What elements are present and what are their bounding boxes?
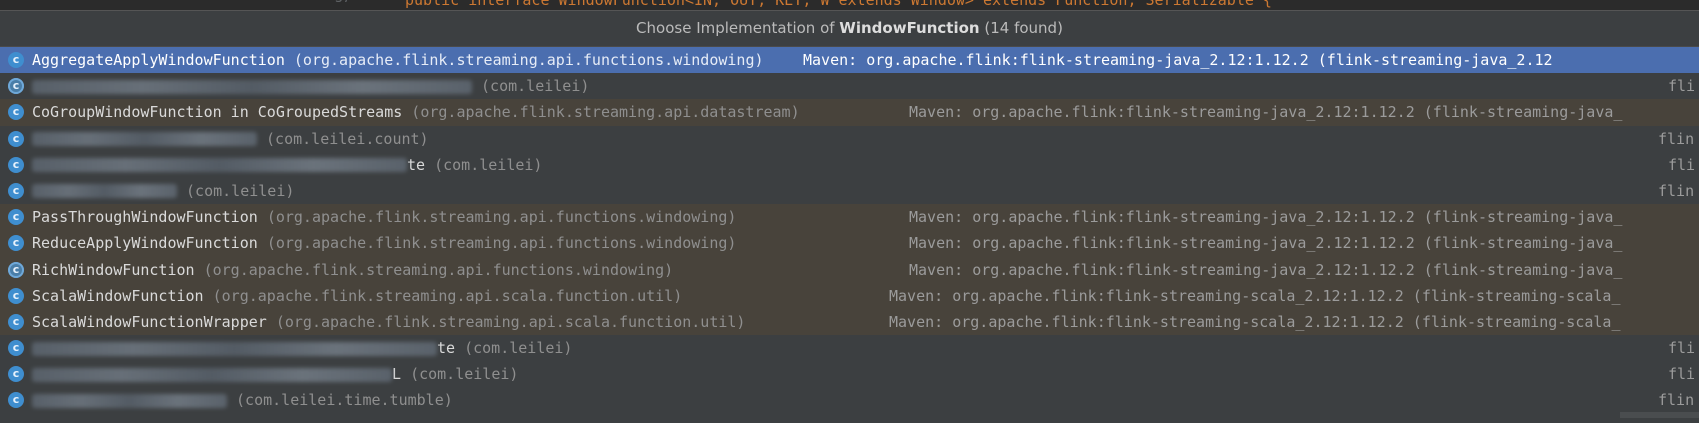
- list-item[interactable]: c PassThroughWindowFunction (org.apache.…: [0, 204, 1699, 231]
- editor-background: 37 public interface WindowFunction<IN, O…: [0, 0, 1699, 10]
- module-name: flin: [1658, 391, 1695, 410]
- class-name: L: [392, 365, 402, 384]
- list-item[interactable]: c te (com.leilei) fli: [0, 151, 1699, 178]
- list-item[interactable]: c ReduceApplyWindowFunction (org.apache.…: [0, 230, 1699, 257]
- class-icon: c: [8, 52, 24, 68]
- abstract-class-icon: c: [8, 78, 24, 95]
- list-item[interactable]: c (com.leilei.count) flin: [0, 125, 1699, 152]
- package-name: (org.apache.flink.streaming.api.datastre…: [411, 103, 800, 122]
- redacted-name: [32, 367, 392, 382]
- line-number: 37: [335, 0, 351, 6]
- maven-library: Maven: org.apache.flink:flink-streaming-…: [909, 260, 1623, 279]
- popup-title: Choose Implementation of WindowFunction …: [0, 11, 1699, 47]
- maven-library: Maven: org.apache.flink:flink-streaming-…: [889, 312, 1621, 331]
- package-name: (org.apache.flink.streaming.api.function…: [266, 234, 737, 253]
- package-name: (org.apache.flink.streaming.api.scala.fu…: [275, 312, 746, 331]
- package-name: (org.apache.flink.streaming.api.function…: [266, 208, 737, 227]
- package-name: (com.leilei): [410, 365, 519, 384]
- list-item[interactable]: c CoGroupWindowFunction in CoGroupedStre…: [0, 99, 1699, 126]
- module-name: fli: [1668, 77, 1696, 96]
- package-name: (com.leilei): [481, 77, 590, 96]
- package-name: (com.leilei): [186, 181, 295, 200]
- package-name: (org.apache.flink.streaming.api.scala.fu…: [212, 286, 683, 305]
- package-name: (com.leilei): [434, 155, 543, 174]
- class-name: AggregateApplyWindowFunction: [32, 51, 285, 69]
- class-icon: c: [8, 340, 24, 357]
- horizontal-scrollbar[interactable]: [1620, 412, 1699, 418]
- list-item[interactable]: c (com.leilei.time.tumble) flin: [0, 387, 1699, 414]
- popup-title-target: WindowFunction: [839, 19, 980, 37]
- maven-library: Maven: org.apache.flink:flink-streaming-…: [909, 234, 1623, 253]
- redacted-name: [32, 79, 472, 94]
- list-item[interactable]: c L (com.leilei) fli: [0, 361, 1699, 388]
- maven-library: Maven: org.apache.flink:flink-streaming-…: [909, 103, 1623, 122]
- class-name: te: [407, 155, 426, 174]
- class-icon: c: [8, 313, 24, 330]
- class-name: te: [437, 339, 456, 358]
- module-name: fli: [1668, 365, 1696, 384]
- class-icon: c: [8, 209, 24, 226]
- list-item[interactable]: c RichWindowFunction (org.apache.flink.s…: [0, 256, 1699, 283]
- code-line: public interface WindowFunction<IN, OUT,…: [405, 0, 1272, 9]
- list-item[interactable]: c AggregateApplyWindowFunction (org.apac…: [0, 47, 1699, 74]
- choose-implementation-popup: Choose Implementation of WindowFunction …: [0, 10, 1699, 423]
- abstract-class-icon: c: [8, 261, 24, 278]
- module-name: fli: [1668, 155, 1696, 174]
- redacted-name: [32, 184, 177, 199]
- class-icon: c: [8, 235, 24, 252]
- class-icon: c: [8, 287, 24, 304]
- class-name: CoGroupWindowFunction in CoGroupedStream…: [32, 103, 403, 122]
- package-name: (com.leilei.count): [266, 129, 429, 148]
- maven-library: Maven: org.apache.flink:flink-streaming-…: [803, 51, 1553, 69]
- class-icon: c: [8, 104, 24, 121]
- module-name: fli: [1668, 339, 1696, 358]
- class-icon: c: [8, 182, 24, 199]
- redacted-name: [32, 158, 407, 173]
- class-icon: c: [8, 130, 24, 147]
- redacted-name: [32, 132, 257, 147]
- class-icon: c: [8, 366, 24, 383]
- class-name: PassThroughWindowFunction: [32, 208, 258, 227]
- list-item[interactable]: c ScalaWindowFunctionWrapper (org.apache…: [0, 308, 1699, 336]
- class-name: ReduceApplyWindowFunction: [32, 234, 258, 253]
- redacted-name: [32, 341, 437, 356]
- maven-library: Maven: org.apache.flink:flink-streaming-…: [889, 286, 1621, 305]
- package-name: (org.apache.flink.streaming.api.function…: [203, 260, 674, 279]
- popup-title-suffix: (14 found): [979, 19, 1063, 37]
- class-name: ScalaWindowFunction: [32, 286, 204, 305]
- implementation-list: c AggregateApplyWindowFunction (org.apac…: [0, 47, 1699, 414]
- package-name: (com.leilei): [464, 339, 573, 358]
- module-name: flin: [1658, 129, 1695, 148]
- class-name: RichWindowFunction: [32, 260, 195, 279]
- maven-library: Maven: org.apache.flink:flink-streaming-…: [909, 208, 1623, 227]
- package-name: (org.apache.flink.streaming.api.function…: [293, 51, 764, 69]
- list-item[interactable]: c (com.leilei) flin: [0, 177, 1699, 205]
- redacted-name: [32, 393, 227, 408]
- popup-title-prefix: Choose Implementation of: [636, 19, 840, 37]
- class-name: ScalaWindowFunctionWrapper: [32, 312, 267, 331]
- list-item[interactable]: c ScalaWindowFunction (org.apache.flink.…: [0, 282, 1699, 309]
- class-icon: c: [8, 156, 24, 173]
- package-name: (com.leilei.time.tumble): [236, 391, 453, 410]
- module-name: flin: [1658, 181, 1695, 200]
- list-item[interactable]: c te (com.leilei) fli: [0, 335, 1699, 362]
- class-icon: c: [8, 392, 24, 409]
- list-item[interactable]: c (com.leilei) fli: [0, 73, 1699, 100]
